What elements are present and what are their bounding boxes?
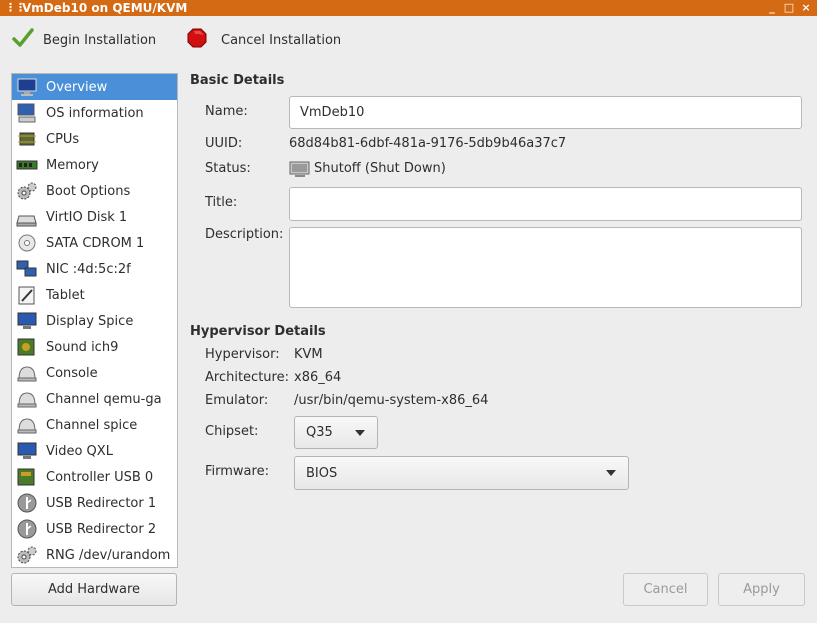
sidebar-item-channel-spice[interactable]: Channel spice: [12, 412, 177, 438]
cpu-icon: [15, 128, 39, 150]
computer-info-icon: [15, 102, 39, 124]
sidebar-item-channel-qemu-ga[interactable]: Channel qemu-ga: [12, 386, 177, 412]
sidebar-item-console[interactable]: Console: [12, 360, 177, 386]
firmware-dropdown[interactable]: BIOS: [294, 456, 629, 490]
firmware-value: BIOS: [306, 465, 338, 481]
display-icon: [15, 310, 39, 332]
emulator-value: /usr/bin/qemu-system-x86_64: [294, 393, 489, 408]
sidebar-item-sound[interactable]: Sound ich9: [12, 334, 177, 360]
checkmark-icon: [12, 28, 34, 52]
architecture-label: Architecture:: [205, 370, 289, 385]
cancel-installation-button[interactable]: Cancel Installation: [187, 28, 342, 52]
status-label: Status:: [205, 161, 251, 176]
window-titlebar[interactable]: ⋮⋮ VmDeb10 on QEMU/KVM _ □ ×: [0, 0, 817, 16]
chevron-down-icon: [606, 470, 616, 476]
add-hardware-button[interactable]: Add Hardware: [11, 573, 177, 606]
gears-icon: [15, 544, 39, 566]
sidebar-item-overview[interactable]: Overview: [12, 74, 177, 100]
architecture-value: x86_64: [294, 370, 342, 385]
chipset-label: Chipset:: [205, 424, 259, 439]
uuid-value: 68d84b81-6dbf-481a-9176-5db9b46a37c7: [289, 136, 567, 151]
title-label: Title:: [205, 195, 238, 210]
video-icon: [15, 440, 39, 462]
gears-icon: [15, 180, 39, 202]
uuid-label: UUID:: [205, 136, 243, 151]
network-icon: [15, 258, 39, 280]
name-value: VmDeb10: [300, 105, 365, 120]
tablet-icon: [15, 284, 39, 306]
monitor-icon: [15, 76, 39, 98]
firmware-label: Firmware:: [205, 464, 269, 479]
sidebar-item-nic[interactable]: NIC :4d:5c:2f: [12, 256, 177, 282]
cancel-installation-label: Cancel Installation: [221, 32, 342, 48]
cdrom-icon: [15, 232, 39, 254]
apply-button[interactable]: Apply: [718, 573, 805, 606]
controller-icon: [15, 466, 39, 488]
description-label: Description:: [205, 227, 284, 242]
hypervisor-value: KVM: [294, 347, 323, 362]
sidebar-item-usb-redirector-1[interactable]: USB Redirector 1: [12, 490, 177, 516]
sidebar-item-os-information[interactable]: OS information: [12, 100, 177, 126]
name-label: Name:: [205, 104, 248, 119]
hardware-list[interactable]: Overview OS information CPUs Memory Boot…: [11, 73, 178, 568]
sidebar-item-usb-redirector-2[interactable]: USB Redirector 2: [12, 516, 177, 542]
sidebar-item-tablet[interactable]: Tablet: [12, 282, 177, 308]
sidebar-item-display-spice[interactable]: Display Spice: [12, 308, 177, 334]
sidebar-item-virtio-disk[interactable]: VirtIO Disk 1: [12, 204, 177, 230]
begin-installation-label: Begin Installation: [43, 32, 157, 48]
cancel-button[interactable]: Cancel: [623, 573, 708, 606]
sidebar-item-video-qxl[interactable]: Video QXL: [12, 438, 177, 464]
shutoff-icon: [289, 160, 311, 182]
usb-icon: [15, 518, 39, 540]
sidebar-item-controller-usb[interactable]: Controller USB 0: [12, 464, 177, 490]
hypervisor-details-heading: Hypervisor Details: [190, 324, 326, 339]
begin-installation-button[interactable]: Begin Installation: [12, 28, 157, 52]
usb-icon: [15, 492, 39, 514]
sidebar-item-rng[interactable]: RNG /dev/urandom: [12, 542, 177, 568]
sidebar-item-cpus[interactable]: CPUs: [12, 126, 177, 152]
hypervisor-label: Hypervisor:: [205, 347, 280, 362]
chipset-value: Q35: [306, 425, 333, 440]
console-icon: [15, 362, 39, 384]
name-field[interactable]: VmDeb10: [289, 96, 802, 129]
close-button[interactable]: ×: [798, 0, 814, 16]
status-value: Shutoff (Shut Down): [314, 161, 446, 176]
sidebar-item-memory[interactable]: Memory: [12, 152, 177, 178]
sound-icon: [15, 336, 39, 358]
channel-icon: [15, 414, 39, 436]
channel-icon: [15, 388, 39, 410]
emulator-label: Emulator:: [205, 393, 269, 408]
title-field[interactable]: [289, 187, 802, 221]
chipset-dropdown[interactable]: Q35: [294, 416, 378, 449]
description-textarea[interactable]: [289, 227, 802, 308]
sidebar-item-sata-cdrom[interactable]: SATA CDROM 1: [12, 230, 177, 256]
chevron-down-icon: [355, 429, 365, 436]
window-title: VmDeb10 on QEMU/KVM: [22, 1, 188, 15]
minimize-button[interactable]: _: [764, 0, 780, 16]
maximize-button[interactable]: □: [781, 0, 797, 16]
sidebar-item-boot-options[interactable]: Boot Options: [12, 178, 177, 204]
disk-icon: [15, 206, 39, 228]
basic-details-heading: Basic Details: [190, 73, 285, 88]
stop-icon: [187, 28, 207, 52]
memory-icon: [15, 154, 39, 176]
